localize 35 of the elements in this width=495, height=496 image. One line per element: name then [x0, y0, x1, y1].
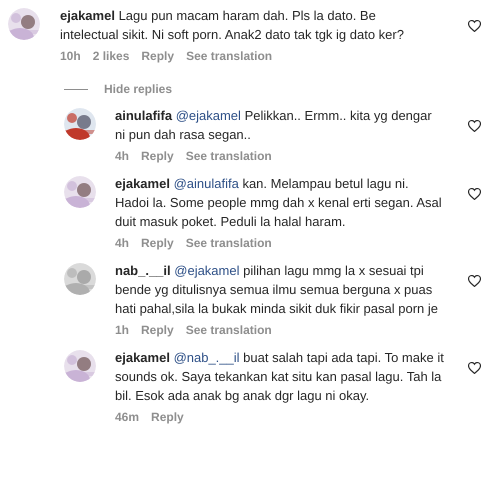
hide-replies-link[interactable]: Hide replies: [104, 82, 172, 96]
heart-icon[interactable]: [468, 275, 481, 287]
mention-link[interactable]: @ejakamel: [174, 263, 240, 278]
translation-link[interactable]: See translation: [186, 236, 272, 250]
comment-time: 46m: [115, 410, 140, 424]
mention-link[interactable]: @ainulafifa: [174, 176, 239, 191]
translation-link[interactable]: See translation: [186, 49, 272, 63]
username-link[interactable]: ejakamel: [60, 8, 115, 23]
translation-link[interactable]: See translation: [186, 149, 272, 163]
username-link[interactable]: ejakamel: [115, 176, 170, 191]
mention-link[interactable]: @nab_.__il: [174, 350, 240, 365]
comment-text: ejakamel @nab_.__il buat salah tapi ada tapi. To make it sounds ok. Saya tekankan kat situ kan pasal lagu. Tah la bil. Esok ada anak bg anak dgr lagu ni okay.: [115, 349, 445, 405]
comment-time: 10h: [60, 49, 81, 63]
heart-icon[interactable]: [468, 188, 481, 200]
reply-link[interactable]: Reply: [141, 323, 174, 337]
reply-link[interactable]: Reply: [151, 410, 184, 424]
comment-text: ejakamel Lagu pun macam haram dah. Pls la dato. Be intelectual sikit. Ni soft porn. Anak2 dato tak tgk ig dato ker?: [60, 7, 405, 44]
heart-icon[interactable]: [468, 20, 481, 32]
reply-link[interactable]: Reply: [141, 49, 174, 63]
likes-count[interactable]: 2 likes: [92, 49, 130, 63]
comment-time: 4h: [115, 236, 130, 250]
mention-link[interactable]: @ejakamel: [176, 108, 241, 123]
reply-link[interactable]: Reply: [141, 236, 174, 250]
comment-text: ainulafifa @ejakamel Pelikkan.. Ermm.. kita yg dengar ni pun dah rasa segan..: [115, 107, 433, 144]
heart-icon[interactable]: [468, 362, 481, 374]
username-link[interactable]: nab_.__il: [115, 263, 171, 278]
username-link[interactable]: ainulafifa: [115, 108, 172, 123]
translation-link[interactable]: See translation: [186, 323, 272, 337]
reply-link[interactable]: Reply: [141, 149, 174, 163]
heart-icon[interactable]: [468, 120, 481, 132]
comment-text: nab_.__il @ejakamel pilihan lagu mmg la x sesuai tpi bende yg ditulisnya semua ilmu semua berguna x puas hati pahal,sila la bukak minda sikit duk fikir pasal porn je: [115, 262, 440, 318]
comment-time: 4h: [115, 149, 130, 163]
username-link[interactable]: ejakamel: [115, 350, 170, 365]
comment-time: 1h: [115, 323, 130, 337]
comment-text: ejakamel @ainulafifa kan. Melampau betul lagu ni. Hadoi la. Some people mmg dah x kenal erti segan. Asal duit masuk poket. Peduli la halal haram.: [115, 175, 443, 231]
